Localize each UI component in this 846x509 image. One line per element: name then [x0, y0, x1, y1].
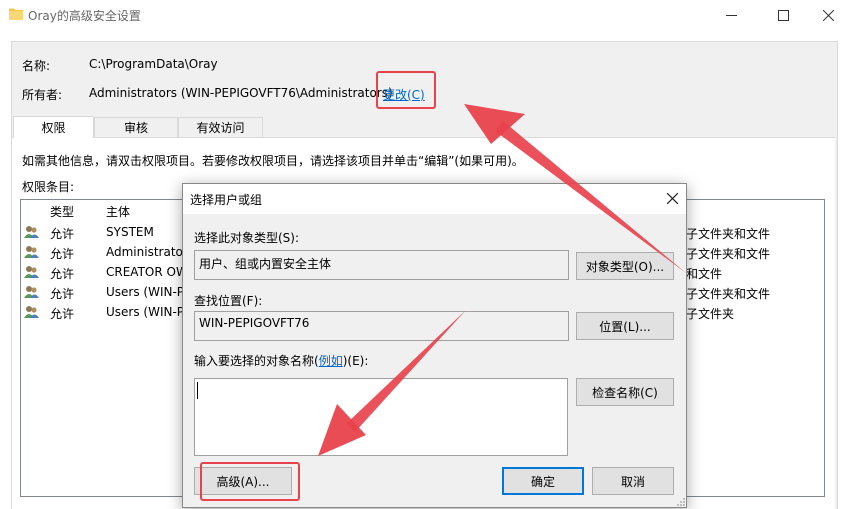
row-principal: SYSTEM: [106, 225, 154, 239]
row-applies-to: 子文件夹和文件: [686, 227, 771, 241]
column-header-principal[interactable]: 主体: [106, 203, 130, 220]
row-applies-to: 子文件夹: [686, 307, 735, 321]
object-names-label: 输入要选择的对象名称(例如)(E):: [194, 352, 368, 369]
minimize-icon: [725, 14, 737, 16]
row-principal: CREATOR OW: [106, 265, 188, 279]
tab-audit[interactable]: 审核: [94, 117, 178, 137]
row-type: 允许: [50, 247, 75, 261]
permission-entries-label: 权限条目:: [22, 180, 75, 194]
object-type-label: 选择此对象类型(S):: [194, 231, 300, 245]
text-caret: [197, 382, 198, 399]
row-type: 允许: [50, 287, 75, 301]
check-names-button[interactable]: 检查名称(C): [576, 378, 674, 406]
users-icon: [24, 226, 39, 238]
maximize-icon: [777, 9, 789, 21]
window-title: Oray的高级安全设置: [28, 9, 141, 23]
users-icon: [24, 286, 39, 298]
name-label: 名称:: [22, 59, 51, 73]
row-applies-to: 和文件: [686, 267, 723, 281]
object-type-field: 用户、组或内置安全主体: [194, 250, 569, 280]
owner-label: 所有者:: [22, 88, 63, 102]
column-header-type[interactable]: 类型: [50, 203, 74, 220]
resize-grip-icon[interactable]: [676, 497, 686, 507]
change-link-highlight: [376, 71, 436, 109]
row-principal: Administrator: [106, 245, 188, 259]
location-label: 查找位置(F):: [194, 294, 263, 308]
close-icon: [666, 192, 678, 204]
dialog-title: 选择用户或组: [190, 193, 263, 207]
minimize-button[interactable]: [708, 0, 754, 30]
owner-value: Administrators (WIN-PEPIGOVFT76\Administ…: [89, 86, 393, 100]
advanced-button-highlight: [200, 462, 300, 501]
object-names-label-suffix: )(E):: [342, 354, 369, 368]
tab-permissions-label: 权限: [41, 121, 66, 135]
tab-audit-label: 审核: [123, 121, 148, 135]
row-type: 允许: [50, 307, 75, 321]
object-names-input[interactable]: [194, 378, 568, 456]
row-type: 允许: [50, 227, 75, 241]
close-icon: [822, 9, 834, 21]
locations-button[interactable]: 位置(L)...: [576, 312, 674, 340]
row-principal: Users (WIN-P: [106, 285, 185, 299]
tab-effective-access-label: 有效访问: [196, 121, 245, 135]
row-type: 允许: [50, 267, 75, 281]
cancel-button[interactable]: 取消: [592, 467, 674, 495]
row-principal: Users (WIN-P: [106, 305, 185, 319]
permissions-instruction: 如需其他信息，请双击权限项目。若要修改权限项目，请选择该项目并单击“编辑”(如果…: [22, 154, 524, 168]
tab-effective-access[interactable]: 有效访问: [178, 117, 263, 137]
examples-link[interactable]: 例如: [319, 354, 343, 368]
ok-button[interactable]: 确定: [502, 467, 584, 495]
row-applies-to: 子文件夹和文件: [686, 247, 771, 261]
maximize-button[interactable]: [760, 0, 806, 30]
users-icon: [24, 246, 39, 258]
object-names-label-prefix: 输入要选择的对象名称(: [194, 354, 319, 368]
row-applies-to: 子文件夹和文件: [686, 287, 771, 301]
name-value: C:\ProgramData\Oray: [89, 57, 218, 71]
tab-permissions[interactable]: 权限: [13, 116, 94, 138]
users-icon: [24, 266, 39, 278]
close-button[interactable]: [805, 0, 846, 30]
location-field: WIN-PEPIGOVFT76: [194, 311, 569, 341]
dialog-close-button[interactable]: [658, 184, 686, 212]
folder-icon: [9, 8, 23, 20]
object-types-button[interactable]: 对象类型(O)...: [576, 252, 674, 280]
users-icon: [24, 306, 39, 318]
